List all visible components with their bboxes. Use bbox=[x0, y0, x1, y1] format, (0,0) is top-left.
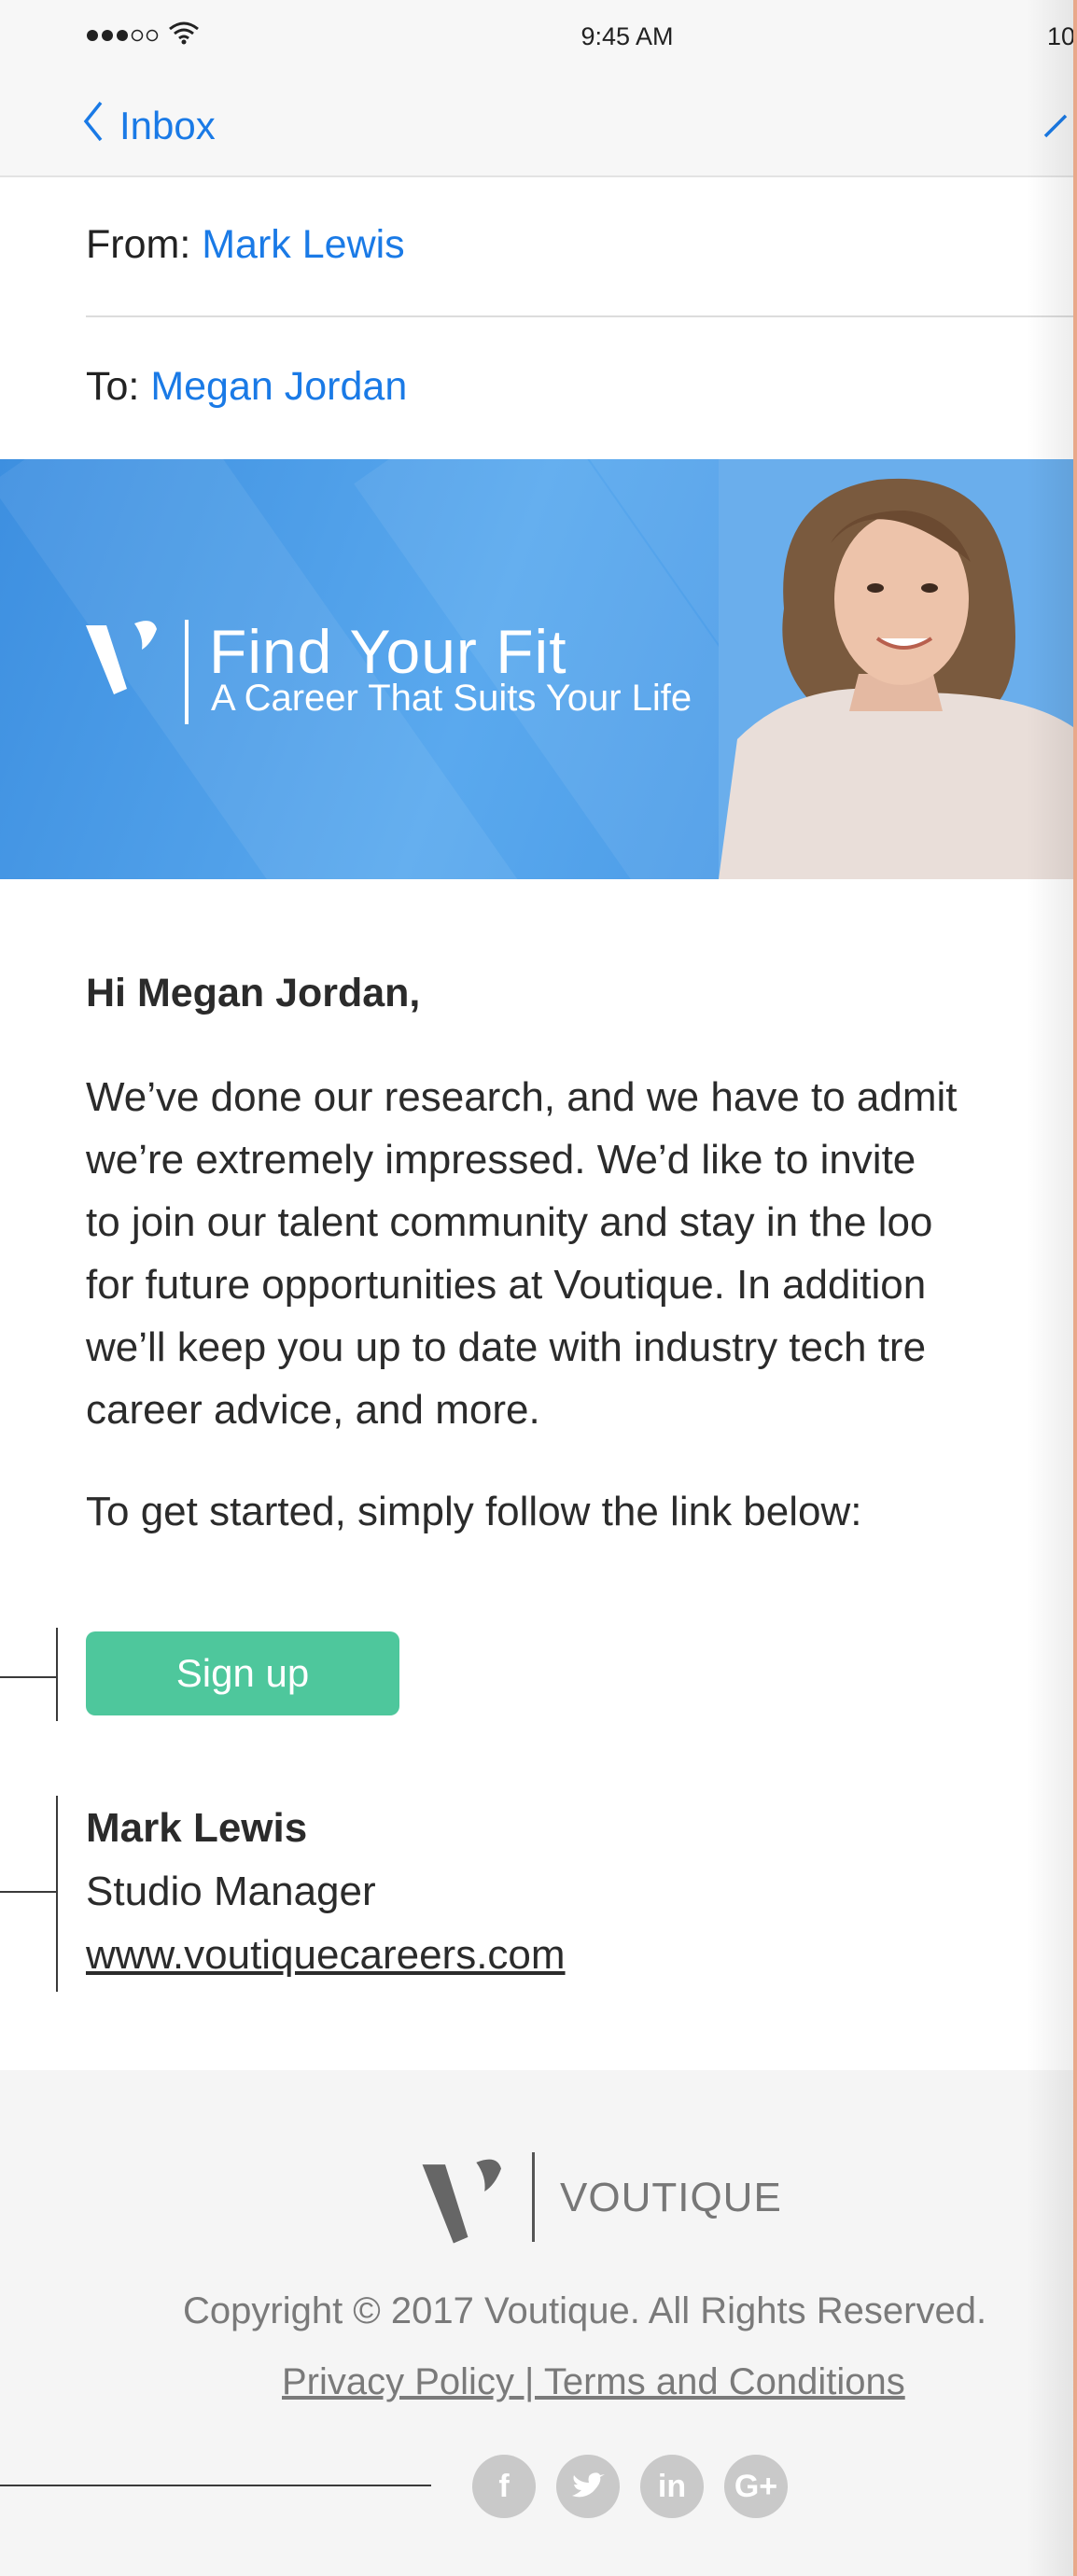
navigation-bar: 9:45 AM 10 Inbox bbox=[0, 0, 1077, 177]
logo-divider bbox=[185, 620, 189, 724]
to-label: To: bbox=[86, 364, 140, 409]
linkedin-icon[interactable]: in bbox=[640, 2455, 704, 2518]
voutique-logo-icon bbox=[86, 616, 161, 705]
recipient-name[interactable]: Megan Jordan bbox=[150, 364, 407, 409]
signature-name: Mark Lewis bbox=[86, 1805, 308, 1851]
body-line: we’re extremely impressed. We’d like to … bbox=[86, 1137, 916, 1183]
footer-logo-divider bbox=[532, 2152, 535, 2242]
body-line: to join our talent community and stay in… bbox=[86, 1199, 933, 1245]
sender-name[interactable]: Mark Lewis bbox=[202, 222, 404, 267]
back-label: Inbox bbox=[119, 104, 216, 147]
facebook-icon[interactable]: f bbox=[472, 2455, 536, 2518]
body-line: career advice, and more. bbox=[86, 1387, 540, 1433]
woman-portrait-image bbox=[719, 459, 1077, 879]
footer-brand: VOUTIQUE bbox=[560, 2175, 782, 2220]
policy-links[interactable]: Privacy Policy | Terms and Conditions bbox=[282, 2361, 905, 2403]
chevron-left-icon bbox=[82, 101, 105, 151]
sign-up-button[interactable]: Sign up bbox=[86, 1631, 399, 1715]
body-paragraph: We’ve done our research, and we have to … bbox=[86, 1066, 1077, 1441]
banner-title: Find Your Fit bbox=[209, 617, 567, 686]
from-row: From: Mark Lewis bbox=[86, 222, 405, 268]
googleplus-icon[interactable]: G+ bbox=[724, 2455, 788, 2518]
header-divider bbox=[86, 315, 1077, 317]
to-row: To: Megan Jordan bbox=[86, 364, 407, 410]
email-screen: 9:45 AM 10 Inbox From: Mark Lewis To: Me… bbox=[0, 0, 1077, 2576]
battery-percent: 10 bbox=[1047, 22, 1076, 50]
annotation-line bbox=[56, 1628, 58, 1721]
twitter-icon[interactable] bbox=[556, 2455, 620, 2518]
email-footer: VOUTIQUE Copyright © 2017 Voutique. All … bbox=[0, 2070, 1077, 2576]
annotation-line bbox=[0, 1676, 58, 1678]
greeting: Hi Megan Jordan, bbox=[86, 971, 421, 1015]
annotation-line bbox=[56, 1796, 58, 1992]
status-bar: 9:45 AM 10 bbox=[0, 17, 1077, 58]
page-edge bbox=[1073, 0, 1077, 2576]
signature-role: Studio Manager bbox=[86, 1869, 376, 1914]
body-line: for future opportunities at Voutique. In… bbox=[86, 1262, 927, 1308]
website-link[interactable]: www.voutiquecareers.com bbox=[86, 1932, 566, 1979]
annotation-line bbox=[0, 2485, 431, 2486]
body-line: we’ll keep you up to date with industry … bbox=[86, 1324, 927, 1370]
hero-banner: Find Your Fit A Career That Suits Your L… bbox=[0, 459, 1077, 879]
copyright-text: Copyright © 2017 Voutique. All Rights Re… bbox=[183, 2290, 987, 2331]
status-time: 9:45 AM bbox=[580, 22, 674, 50]
cta-intro: To get started, simply follow the link b… bbox=[86, 1489, 862, 1534]
back-to-inbox-button[interactable]: Inbox bbox=[82, 101, 216, 151]
banner-subtitle: A Career That Suits Your Life bbox=[211, 678, 692, 719]
chevron-up-icon[interactable] bbox=[1043, 112, 1077, 145]
annotation-line bbox=[0, 1891, 58, 1893]
from-label: From: bbox=[86, 222, 191, 267]
voutique-footer-logo-icon bbox=[422, 2154, 506, 2252]
body-line: We’ve done our research, and we have to … bbox=[86, 1074, 958, 1120]
